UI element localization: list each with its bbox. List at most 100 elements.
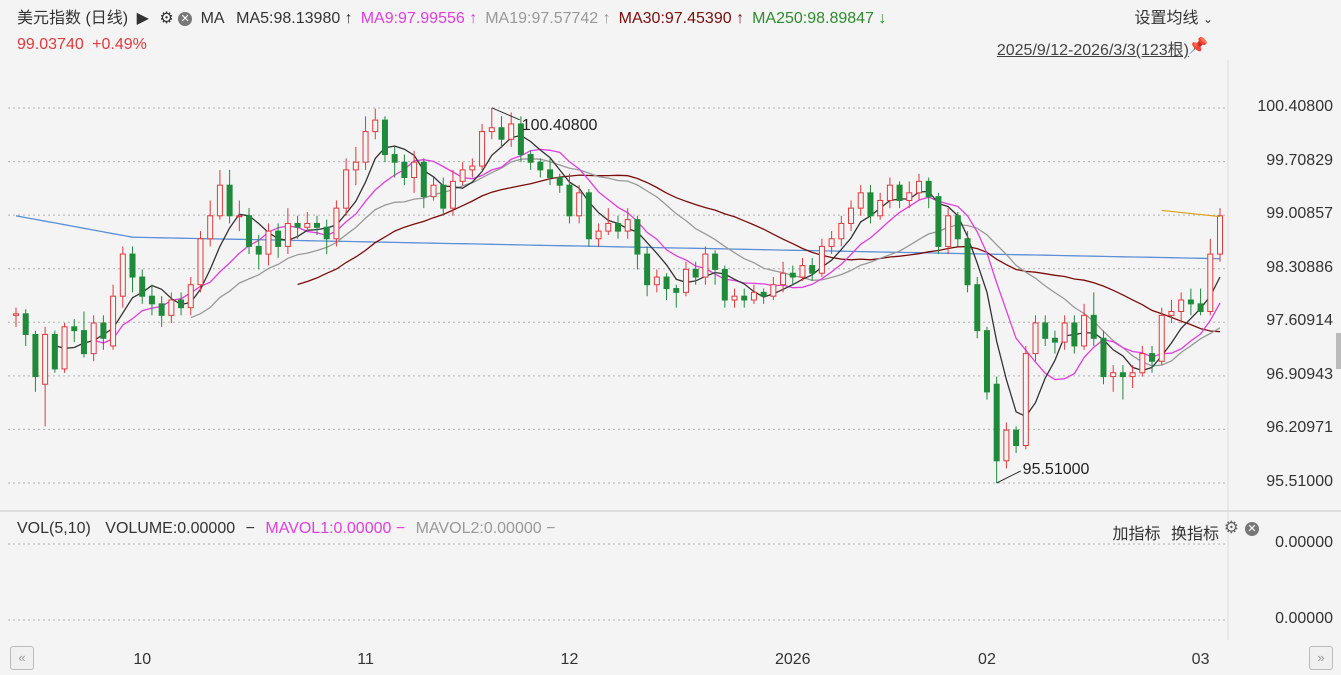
candle-body [1003,429,1010,462]
candle-body [420,161,427,198]
candle-body [848,207,855,224]
y-tick-label: 98.30886 [1266,258,1333,276]
candle-body [1158,314,1165,362]
candle-body [488,127,495,133]
candle-body [741,295,748,301]
candle-body [207,215,214,240]
candle-body [712,253,719,270]
low-pointer [996,470,1021,484]
candle-body [381,119,388,156]
candle-body [391,154,398,163]
candle-body [1119,372,1126,378]
candle-body [430,184,437,198]
y-tick-label: 96.20971 [1266,419,1333,437]
low-label: 95.51000 [1023,461,1090,478]
candle-body [1110,372,1117,378]
close-icon[interactable]: ✕ [1245,522,1259,536]
candle-body [440,184,447,209]
candle-body [61,326,68,370]
candle-body [498,127,505,140]
candle-body [945,215,952,247]
chart-canvas[interactable]: 100.40800 95.51000 [0,0,1341,675]
candle-body [294,222,301,228]
candle-body [411,161,418,179]
candle-body [187,284,194,309]
candle-body [1207,253,1214,313]
volume-value: VOLUME:0.00000 [105,520,236,537]
candle-body [673,288,680,293]
mavol2-value: MAVOL2:0.00000 [415,520,542,537]
y-tick-label: 96.90943 [1266,365,1333,383]
candle-body [1071,322,1078,347]
candle-body [323,226,330,240]
candle-body [304,222,311,228]
candle-body [168,299,175,316]
candle-body [236,215,243,218]
collapse-handle[interactable] [1336,333,1341,369]
candle-body [148,295,155,305]
candle-body [595,230,602,240]
candle-body [566,184,573,217]
y-tick-label: 100.40800 [1257,98,1333,115]
candle-body [158,303,165,316]
x-tick-label: 03 [1191,651,1210,668]
candle-body [663,276,670,290]
candle-body [508,123,515,140]
candle-body [789,272,796,278]
candle-body [255,245,262,255]
vol-y-tick-label: 0.00000 [1275,534,1333,551]
candle-body [916,180,922,194]
candle-body [537,161,544,171]
candle-body [119,253,126,297]
scroll-left-button[interactable]: « [10,646,34,670]
add-indicator-button[interactable]: 加指标 [1113,526,1161,543]
candle-body [682,268,689,293]
high-pointer [491,107,520,121]
candle-body [1032,322,1039,355]
candle-body [721,268,728,301]
candle-body [22,313,29,335]
candle-body [100,322,107,339]
candle-body [760,291,767,297]
candle-body [1149,353,1156,362]
candle-body [246,215,253,247]
candle-body [1197,303,1204,313]
candle-body [1042,322,1049,339]
candle-body [333,207,340,240]
candle-body [818,245,825,274]
candle-body [974,284,981,332]
candle-body [226,184,233,217]
candle-body [459,169,466,182]
candle-body [556,177,563,186]
candle-body [692,268,699,278]
candle-body [1090,314,1097,339]
x-tick-label: 02 [978,651,996,668]
candle-body [129,253,136,278]
candle-body [828,238,835,247]
x-tick-label: 11 [357,651,374,668]
candle-body [624,219,631,232]
candle-body [90,322,97,355]
candle-body [954,215,961,240]
switch-indicator-button[interactable]: 换指标 [1171,526,1219,543]
candle-body [1217,215,1223,255]
scroll-right-button[interactable]: » [1309,646,1333,670]
candle-body [1129,372,1136,378]
candle-body [275,230,282,247]
y-tick-label: 95.51000 [1266,473,1333,490]
candle-body [867,192,874,217]
candle-body [1187,299,1194,305]
y-tick-label: 97.60914 [1266,312,1333,330]
candle-body [265,230,272,255]
candle-body [80,330,87,355]
candle-body [51,333,58,370]
candle-body [1051,337,1058,343]
candle-body [527,154,534,163]
high-label: 100.40800 [522,117,598,134]
candle-body [1081,314,1088,347]
gear-icon[interactable]: ⚙ [1224,518,1239,538]
candle-body [644,253,651,286]
candle-body [925,180,932,198]
ma9-line [93,148,1221,381]
ma250-tail [1161,209,1221,218]
